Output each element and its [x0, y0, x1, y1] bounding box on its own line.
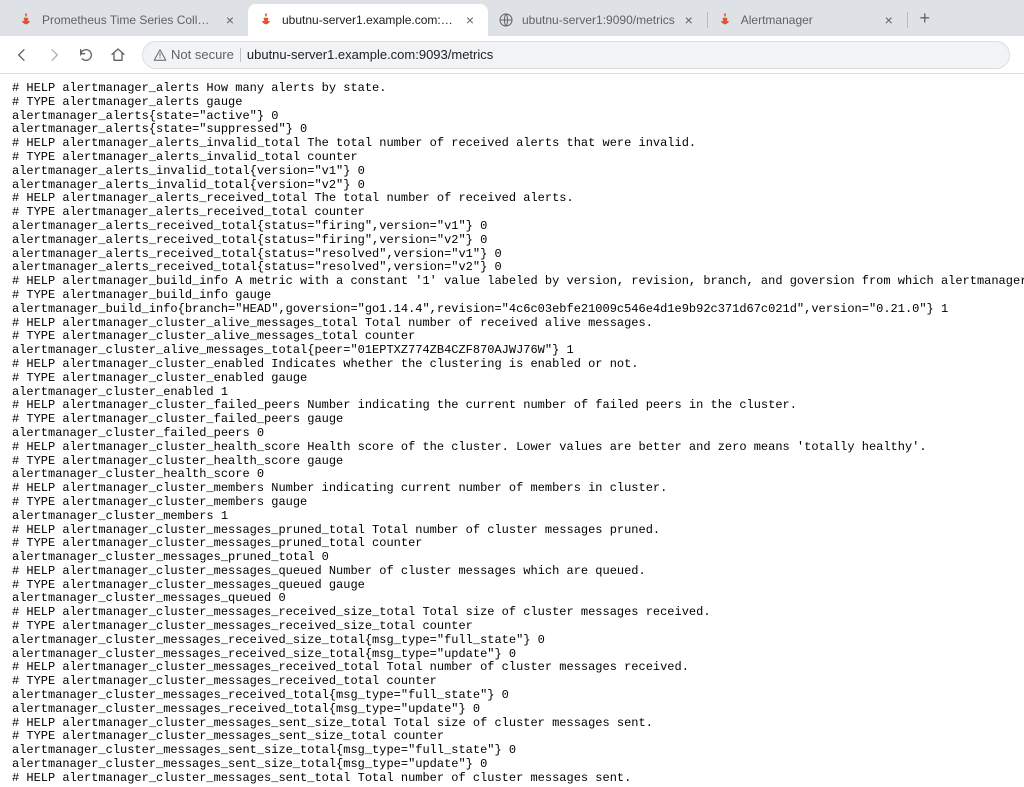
url-text: ubutnu-server1.example.com:9093/metrics	[247, 47, 999, 62]
globe-icon	[498, 12, 514, 28]
tab-title: ubutnu-server1.example.com:909	[282, 13, 456, 27]
prometheus-icon	[258, 12, 274, 28]
reload-button[interactable]	[72, 41, 100, 69]
browser-toolbar: Not secure ubutnu-server1.example.com:90…	[0, 36, 1024, 74]
not-secure-indicator[interactable]: Not secure	[153, 47, 234, 62]
close-icon[interactable]: ×	[881, 12, 897, 28]
not-secure-label: Not secure	[171, 47, 234, 62]
tab-title: ubutnu-server1:9090/metrics	[522, 13, 675, 27]
page-content: # HELP alertmanager_alerts How many aler…	[0, 74, 1024, 787]
warning-icon	[153, 48, 167, 62]
home-button[interactable]	[104, 41, 132, 69]
omnibox-divider	[240, 48, 241, 62]
browser-tabstrip: Prometheus Time Series Collectio × ubutn…	[0, 0, 1024, 36]
forward-button[interactable]	[40, 41, 68, 69]
address-bar[interactable]: Not secure ubutnu-server1.example.com:90…	[142, 41, 1010, 69]
prometheus-icon	[717, 12, 733, 28]
new-tab-button[interactable]: +	[911, 4, 939, 32]
back-button[interactable]	[8, 41, 36, 69]
prometheus-icon	[18, 12, 34, 28]
browser-tab[interactable]: ubutnu-server1.example.com:909 ×	[248, 4, 488, 36]
close-icon[interactable]: ×	[222, 12, 238, 28]
close-icon[interactable]: ×	[462, 12, 478, 28]
tab-title: Alertmanager	[741, 13, 875, 27]
close-icon[interactable]: ×	[681, 12, 697, 28]
metrics-text[interactable]: # HELP alertmanager_alerts How many aler…	[12, 82, 1012, 786]
tab-title: Prometheus Time Series Collectio	[42, 13, 216, 27]
browser-tab[interactable]: Alertmanager ×	[707, 4, 907, 36]
browser-tab[interactable]: ubutnu-server1:9090/metrics ×	[488, 4, 707, 36]
browser-tab[interactable]: Prometheus Time Series Collectio ×	[8, 4, 248, 36]
